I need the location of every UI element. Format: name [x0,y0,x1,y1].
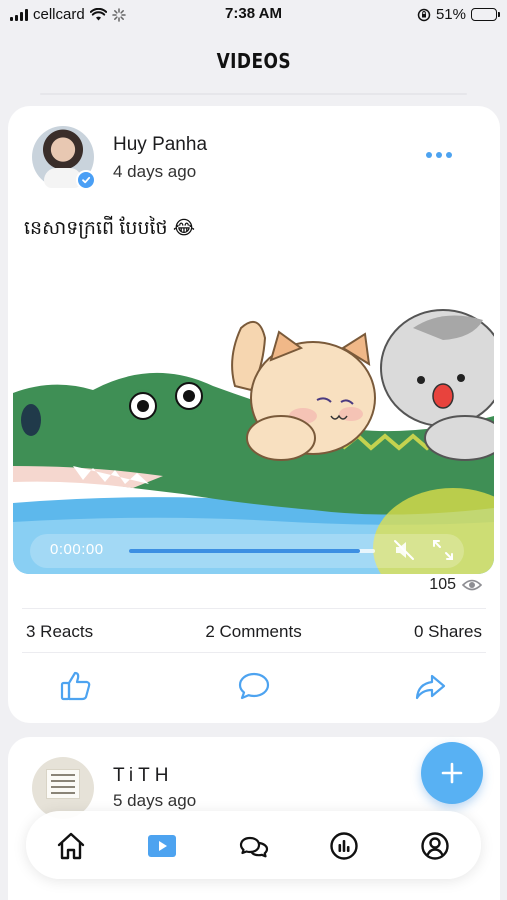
nav-profile[interactable] [420,831,450,861]
video-seek-bar[interactable] [129,549,375,553]
like-icon [60,671,91,701]
battery-icon [471,8,500,21]
page-header: VIDEOS [0,30,507,92]
post-caption: នេសាទក្រពើ បែបថៃ 😂 [24,218,196,239]
plus-icon [441,762,463,784]
chat-bubbles-icon [239,836,269,858]
video-play-icon [148,835,176,857]
post-stats: 3 Reacts 2 Comments 0 Shares [26,622,482,642]
comment-icon [238,672,270,700]
more-dot-icon [446,152,452,158]
mute-icon [394,540,414,560]
author-avatar[interactable] [32,126,96,190]
fullscreen-button[interactable] [430,537,456,563]
nav-videos[interactable] [147,831,177,861]
status-bar: cellcard 7:38 AM 51% [0,0,507,30]
stats-divider-bottom [22,652,486,653]
nav-chat[interactable] [239,831,269,861]
reacts-count[interactable]: 3 Reacts [26,622,93,642]
page-title: VIDEOS [216,49,291,73]
post-card: Huy Panha 4 days ago នេសាទក្រពើ បែបថៃ 😂 [8,106,500,723]
video-buffer-fill [129,549,361,553]
share-button[interactable] [412,668,448,704]
fullscreen-icon [433,540,453,560]
author-name[interactable]: TiTH [113,765,173,787]
view-count-value: 105 [429,576,456,593]
shares-count[interactable]: 0 Shares [414,622,482,642]
orientation-lock-icon [417,8,431,21]
battery-percent: 51% [435,6,466,23]
more-options-button[interactable] [426,152,452,158]
view-count: 105 [429,576,482,594]
video-player[interactable] [13,298,494,574]
like-button[interactable] [58,668,94,704]
author-name[interactable]: Huy Panha [113,134,207,156]
eye-icon [462,579,482,591]
chart-circle-icon [330,832,358,860]
bottom-nav [26,811,481,879]
nav-home[interactable] [56,831,86,861]
share-icon [415,674,446,700]
profile-icon [421,832,449,860]
nav-stats[interactable] [329,831,359,861]
home-icon [57,832,85,860]
header-divider [40,93,467,95]
video-frame [13,298,494,574]
post-time: 4 days ago [113,162,197,181]
more-dot-icon [436,152,442,158]
mute-button[interactable] [391,537,417,563]
post-time: 5 days ago [113,791,197,810]
verified-badge-icon [76,170,96,190]
comments-count[interactable]: 2 Comments [205,622,301,642]
create-post-button[interactable] [421,742,483,804]
comment-button[interactable] [236,668,272,704]
more-dot-icon [426,152,432,158]
video-current-time: 0:00:00 [50,541,104,558]
author-avatar[interactable] [32,757,94,819]
stats-divider-top [22,608,486,609]
post-actions [8,668,500,702]
